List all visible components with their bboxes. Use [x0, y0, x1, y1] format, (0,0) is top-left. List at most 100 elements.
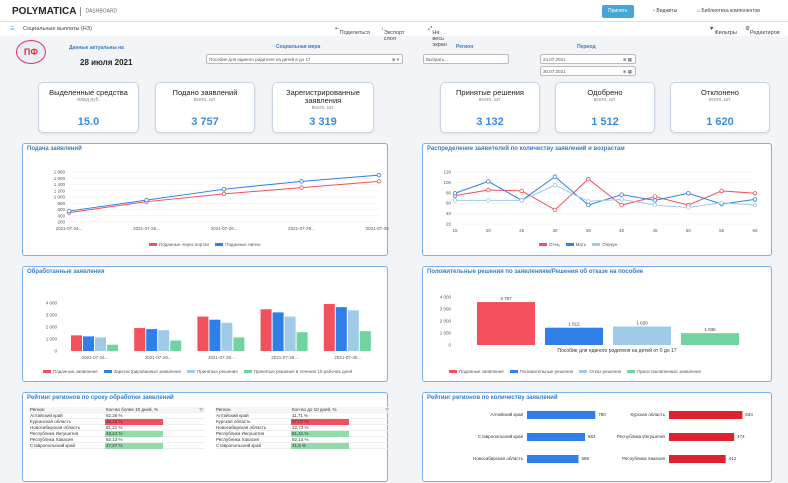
processed-legend: Поданные заявления Зарегистрированные зая… — [37, 369, 352, 374]
data-point — [552, 174, 558, 179]
region-label: Ставропольский край — [478, 433, 523, 439]
data-point — [486, 179, 491, 184]
age-legend: Отец Мать Опекун — [533, 242, 617, 247]
menu-icon[interactable]: ☰ — [10, 26, 15, 32]
bar — [477, 302, 535, 345]
y-tick-label: 1 200 — [54, 188, 66, 193]
data-point — [619, 192, 624, 197]
app-logo[interactable]: POLYMATICA DASHBOARD — [12, 6, 117, 17]
widgets-button[interactable]: ◔ Виджеты — [652, 5, 677, 18]
x-tick-label: 2021-07-28... — [208, 355, 235, 360]
bar — [209, 319, 221, 351]
data-point — [552, 183, 558, 188]
y-tick-label: 3 000 — [440, 307, 452, 312]
data-point — [719, 188, 724, 194]
data-point — [66, 208, 72, 214]
bar — [233, 337, 245, 351]
region-label: Регион — [456, 44, 474, 50]
emblem-icon: ПФ — [16, 40, 46, 64]
x-tick-label: 50 — [686, 228, 692, 233]
filters-button[interactable]: ▼ Фильтры — [709, 26, 737, 36]
share-button[interactable]: ⇠ Поделиться — [335, 26, 370, 36]
measure-select[interactable]: Пособие для единого родителя на детей в … — [206, 54, 403, 64]
region-speed-title: Рейтинг регионов по сроку обработки заяв… — [27, 395, 174, 401]
bar — [359, 331, 371, 351]
date-label: Данные актуальны на — [69, 45, 124, 51]
data-point — [144, 197, 149, 203]
submissions-chart-card: Подача заявлений 1 800 1 600 1 400 1 200 1 0… — [22, 143, 389, 256]
decisions-legend: Поданные заявления Положительные решения О… — [443, 369, 701, 374]
library-button[interactable]: ⌂ Библиотека компонентов — [697, 5, 760, 18]
data-label: 534 — [745, 412, 753, 417]
region-label: Республика Хакасия — [622, 456, 665, 461]
bar — [146, 329, 158, 351]
y-tick-label: 0 — [54, 349, 57, 354]
y-tick-label: 1 600 — [54, 176, 66, 181]
data-point — [299, 179, 304, 184]
bar — [545, 327, 603, 345]
bar — [669, 455, 726, 463]
age-chart-card: Распределение заявителей по количеству з… — [422, 143, 772, 256]
y-tick-label: 400 — [57, 213, 65, 218]
y-tick-label: 4 000 — [46, 301, 58, 306]
sub-bar: ☰ Социальные выплаты (НЗ) ⇠ Поделиться ↓… — [0, 22, 788, 48]
period-label: Период — [577, 44, 596, 50]
bar — [296, 332, 308, 351]
kpi-approved: Одобрено всего, шт. 1 512 — [555, 82, 655, 133]
y-tick-label: 800 — [57, 201, 65, 206]
period-from-input[interactable]: 24.07.2021 ⊗ ▦ — [540, 54, 636, 64]
region-label: Новосибирская область — [473, 456, 524, 461]
export-button[interactable]: ↓ Экспорт слоя — [381, 26, 404, 42]
x-tick-label: 55 — [719, 228, 725, 233]
accept-button[interactable]: Принять — [602, 5, 634, 18]
submissions-legend: Поданные через портал Поданные лично — [143, 242, 260, 247]
age-chart: 1201008060402015 20 25 30 35 40 45 50 55 60 — [443, 170, 758, 234]
data-point — [452, 198, 458, 203]
x-tick-label: 25 — [519, 228, 525, 233]
data-point — [719, 200, 724, 205]
region-label: Алтайский край — [490, 411, 523, 417]
bar — [323, 304, 335, 351]
region-count-card: Рейтинг регионов по количеству заявлений… — [422, 392, 772, 482]
date-value: 28 июля 2021 — [80, 58, 133, 67]
y-tick-label: 1 800 — [54, 170, 66, 175]
x-tick-label: 15 — [452, 228, 458, 233]
y-tick-label: 1 400 — [54, 182, 66, 187]
y-tick-label: 60 — [446, 201, 452, 206]
data-point — [652, 198, 658, 203]
measure-label: Социальная мера — [276, 44, 321, 50]
edit-button[interactable]: ⚙ Редактиров — [745, 26, 780, 36]
region-cell: Ставропольский край — [30, 443, 75, 448]
x-category-label: Пособие для единого родителя на детей от… — [557, 347, 676, 354]
fullscreen-button[interactable]: ⤢ На весь экран — [428, 26, 447, 48]
data-label: 663 — [588, 434, 596, 439]
x-tick-label: 2021-07-28... — [211, 226, 238, 231]
bar — [158, 330, 170, 351]
y-tick-label: 2 000 — [440, 319, 452, 324]
bar — [134, 328, 146, 351]
x-tick-label: 2021-07-30... — [334, 355, 361, 360]
period-to-input[interactable]: 30.07.2021 ⊗ ▦ — [540, 66, 636, 76]
region-select[interactable]: Выбрать... — [423, 54, 509, 64]
data-point — [376, 172, 382, 178]
bar — [527, 455, 579, 463]
bar — [272, 312, 284, 351]
bar — [681, 333, 739, 345]
data-point — [686, 205, 691, 210]
y-tick-label: 3 000 — [46, 313, 58, 318]
y-tick-label: 600 — [57, 207, 65, 212]
data-point — [486, 198, 491, 203]
kpi-decisions: Принятые решения всего, шт. 3 132 — [440, 82, 540, 133]
table-row: Ставропольский край 47,27 % — [29, 443, 205, 449]
bar — [170, 340, 182, 351]
x-tick-label: 20 — [486, 228, 492, 233]
bar — [669, 433, 735, 441]
bar — [83, 336, 94, 351]
y-tick-label: 0 — [448, 343, 451, 348]
bar — [669, 411, 743, 419]
y-tick-label: 1 000 — [440, 331, 452, 336]
bar — [527, 433, 586, 441]
kpi-registered: Зарегистрированные заявления всего, шт. 3 … — [272, 82, 374, 133]
data-point — [519, 198, 524, 203]
data-point — [752, 202, 758, 208]
